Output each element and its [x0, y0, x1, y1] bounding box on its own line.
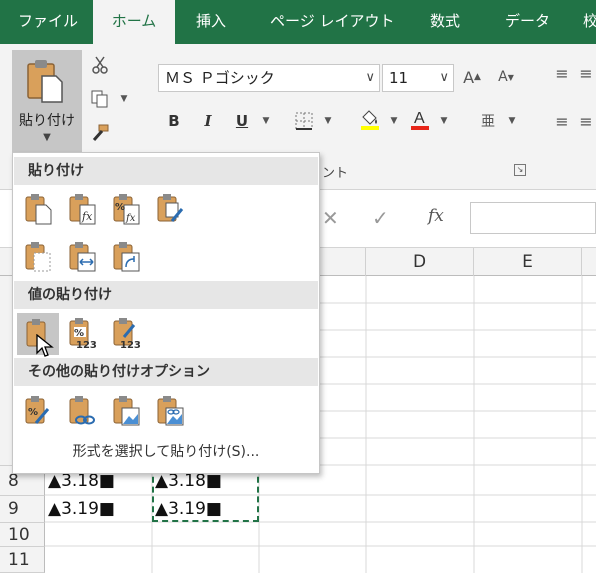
- format-painter-icon[interactable]: [88, 122, 112, 144]
- fill-color-icon[interactable]: [358, 108, 382, 130]
- svg-text:%: %: [74, 328, 84, 339]
- paste-formulas-icon[interactable]: fx: [65, 191, 101, 227]
- section-paste-label: 貼り付け: [14, 157, 318, 185]
- copy-selection-marquee: [152, 467, 259, 522]
- tab-home[interactable]: ホーム: [93, 0, 175, 44]
- paste-clipboard-icon: [27, 60, 63, 103]
- align-middle-icon[interactable]: ≡: [574, 62, 596, 84]
- font-name-select[interactable]: ＭＳ Ｐゴシック ∨: [158, 64, 380, 92]
- section-other-label: その他の貼り付けオプション: [14, 358, 318, 386]
- font-color-icon[interactable]: A: [408, 108, 432, 130]
- italic-button[interactable]: I: [196, 108, 220, 134]
- font-dialog-launcher-icon[interactable]: ↘: [514, 164, 526, 176]
- paste-icon[interactable]: [21, 191, 57, 227]
- section-values-label: 値の貼り付け: [14, 281, 318, 309]
- align-top-icon[interactable]: ≡: [550, 62, 574, 84]
- paste-values-source-format-icon[interactable]: 123: [109, 315, 145, 351]
- row-header-11[interactable]: 11: [0, 547, 45, 573]
- align-center-icon[interactable]: ≡: [574, 110, 596, 132]
- paste-button-label: 貼り付け: [19, 113, 75, 129]
- row-header-10[interactable]: 10: [0, 523, 45, 547]
- copy-dropdown-icon[interactable]: ▼: [112, 88, 136, 110]
- increase-font-size-icon[interactable]: A ▲: [460, 66, 484, 88]
- tab-page-layout[interactable]: ページ レイアウト: [270, 0, 394, 44]
- borders-dropdown-icon[interactable]: ▼: [316, 110, 340, 132]
- mouse-pointer-icon: [36, 334, 54, 357]
- confirm-entry-icon[interactable]: ✓: [372, 206, 389, 230]
- chevron-down-icon: ▼: [43, 132, 51, 143]
- underline-dropdown-icon[interactable]: ▼: [254, 110, 278, 132]
- cell-b8[interactable]: ▲3.18■: [48, 471, 115, 491]
- font-size-value: 11: [389, 69, 409, 87]
- svg-text:%: %: [28, 407, 38, 418]
- paste-formatting-icon[interactable]: %: [21, 393, 57, 429]
- svg-text:%: %: [115, 202, 125, 213]
- tab-formulas[interactable]: 数式: [430, 0, 460, 44]
- font-size-select[interactable]: 11 ∨: [382, 64, 454, 92]
- paste-keep-source-format-icon[interactable]: [153, 191, 189, 227]
- fill-color-dropdown-icon[interactable]: ▼: [382, 110, 406, 132]
- svg-text:123: 123: [76, 340, 97, 349]
- paste-linked-picture-icon[interactable]: [153, 393, 189, 429]
- paste-keep-column-width-icon[interactable]: [65, 239, 101, 275]
- copy-icon[interactable]: [88, 88, 112, 110]
- underline-button[interactable]: U: [230, 108, 254, 134]
- insert-function-icon[interactable]: fx: [428, 206, 444, 226]
- paste-options-menu: 貼り付け fx % fx 値の貼り付け % 123 123 その他の貼り付けオプショ…: [12, 152, 320, 474]
- paste-transpose-icon[interactable]: [109, 239, 145, 275]
- formula-input[interactable]: [470, 202, 596, 234]
- tab-data[interactable]: データ: [505, 0, 550, 44]
- paste-button[interactable]: 貼り付け ▼: [12, 50, 82, 156]
- cut-icon[interactable]: [88, 54, 112, 76]
- font-name-value: ＭＳ Ｐゴシック: [165, 69, 275, 87]
- svg-text:fx: fx: [125, 213, 136, 224]
- column-header-e[interactable]: E: [474, 248, 582, 276]
- phonetic-dropdown-icon[interactable]: ▼: [500, 110, 524, 132]
- paste-formulas-number-format-icon[interactable]: % fx: [109, 191, 145, 227]
- svg-text:123: 123: [120, 340, 141, 349]
- row-header-9[interactable]: 9: [0, 496, 45, 523]
- tab-review[interactable]: 校: [583, 0, 596, 44]
- tab-insert[interactable]: 挿入: [196, 0, 226, 44]
- align-left-icon[interactable]: ≡: [550, 110, 574, 132]
- ribbon-tab-bar: ファイル ホーム 挿入 ページ レイアウト 数式 データ 校: [0, 0, 596, 44]
- font-group-label: ント: [322, 166, 349, 181]
- paste-no-borders-icon[interactable]: [21, 239, 57, 275]
- paste-values-number-format-icon[interactable]: % 123: [65, 315, 101, 351]
- paste-link-icon[interactable]: [65, 393, 101, 429]
- chevron-down-icon: ∨: [439, 70, 449, 85]
- column-header-d[interactable]: D: [366, 248, 474, 276]
- paste-picture-icon[interactable]: [109, 393, 145, 429]
- cancel-entry-icon[interactable]: ✕: [322, 206, 339, 230]
- borders-icon[interactable]: [292, 110, 316, 132]
- tab-file[interactable]: ファイル: [18, 0, 78, 44]
- cell-b9[interactable]: ▲3.19■: [48, 499, 115, 519]
- chevron-down-icon: ∨: [365, 70, 375, 85]
- font-color-dropdown-icon[interactable]: ▼: [432, 110, 456, 132]
- phonetic-guide-icon[interactable]: 亜: [476, 110, 500, 132]
- svg-text:A: A: [414, 110, 425, 127]
- bold-button[interactable]: B: [162, 108, 186, 134]
- svg-text:fx: fx: [81, 210, 93, 223]
- paste-special-link[interactable]: 形式を選択して貼り付け(S)...: [14, 441, 318, 461]
- decrease-font-size-icon[interactable]: A ▼: [494, 66, 518, 88]
